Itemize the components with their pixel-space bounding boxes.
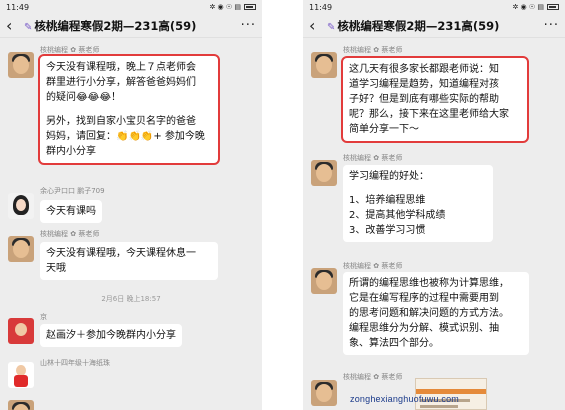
message-line: 今天有课吗 <box>46 206 96 217</box>
sender-name: 山林十四年级十海纸珠 <box>40 359 110 367</box>
message-bubble[interactable]: 学习编程的好处： 1、培养编程思维 2、提高其他学科成绩 3、改善学习习惯 <box>343 165 493 242</box>
watermark: zonghexianghuofuwu.com <box>350 394 459 404</box>
chat-screen-left: 11:49 ✲ ◉ ☉ ▤ ‹ ✎ 核桃编程寒假2期—231高(59) ··· 核… <box>0 0 262 410</box>
signal-icons: ✲ ◉ ☉ ▤ <box>209 3 241 11</box>
sender-name: 核桃编程 ✿ 蔡老师 <box>40 230 100 238</box>
message-line: 道学习编程是趋势，知道编程对孩 <box>349 79 499 90</box>
sender-name: 核桃编程 ✿ 蔡老师 <box>343 373 403 381</box>
avatar[interactable] <box>8 236 34 262</box>
message-line: 这几天有很多家长都跟老师说：知 <box>349 64 499 75</box>
message-line: 3、改善学习习惯 <box>349 225 426 236</box>
back-arrow-icon[interactable]: ‹ <box>309 16 323 35</box>
sender-name: 余心尹口口 鹏子709 <box>40 187 105 195</box>
sender-name: 京 <box>40 313 47 321</box>
message-line: 简单分享一下～ <box>349 124 419 135</box>
avatar[interactable] <box>311 52 337 78</box>
avatar[interactable] <box>8 193 34 219</box>
avatar[interactable] <box>8 318 34 344</box>
status-bar: 11:49 ✲ ◉ ☉ ▤ <box>303 0 565 14</box>
chat-header: ‹ ✎ 核桃编程寒假2期—231高(59) ··· <box>303 14 565 38</box>
status-time: 11:49 <box>309 2 333 12</box>
message-line: 群内小分享 <box>46 146 96 157</box>
message-line: 所谓的编程思维也被称为计算思维， <box>349 278 509 289</box>
message-line: 的思考问题和解决问题的方式方法。 <box>349 308 509 319</box>
message-line: 的疑问😂😂😂！ <box>46 92 122 103</box>
sender-name: 核桃编程 ✿ 蔡老师 <box>343 154 403 162</box>
avatar[interactable] <box>311 380 337 406</box>
message-bubble[interactable]: 赵画汐＋参加今晚群内小分享 <box>40 324 182 347</box>
message-bubble[interactable]: 所谓的编程思维也被称为计算思维， 它是在编写程序的过程中需要用到 的思考问题和解… <box>343 272 529 355</box>
message-line: 它是在编写程序的过程中需要用到 <box>349 293 499 304</box>
message-line: 1、培养编程思维 <box>349 195 426 206</box>
avatar[interactable] <box>8 362 34 388</box>
signal-icons: ✲ ◉ ☉ ▤ <box>512 3 544 11</box>
message-line: 2、提高其他学科成绩 <box>349 210 446 221</box>
message-line: 今天没有课程哦，晚上７点老师会 <box>46 62 196 73</box>
chat-title: ✎ 核桃编程寒假2期—231高(59) <box>327 18 500 33</box>
message-line: 编程思维分为分解、模式识别、抽 <box>349 323 499 334</box>
time-divider: 2月6日 晚上18:57 <box>101 295 161 303</box>
message-bubble[interactable]: 这几天有很多家长都跟老师说：知 道学习编程是趋势，知道编程对孩 子好？但是到底有… <box>341 56 529 143</box>
status-icons: ✲ ◉ ☉ ▤ <box>209 3 256 11</box>
status-icons: ✲ ◉ ☉ ▤ <box>512 3 559 11</box>
message-line: 子好？但是到底有哪些实际的帮助 <box>349 94 499 105</box>
message-line: 妈妈，请回复：👏👏👏+ 参加今晚 <box>46 131 205 142</box>
message-line: 另外，找到自家小宝贝名字的爸爸 <box>46 116 196 127</box>
avatar[interactable] <box>8 400 34 410</box>
message-bubble[interactable]: 今天有课吗 <box>40 200 102 223</box>
chat-header: ‹ ✎ 核桃编程寒假2期—231高(59) ··· <box>0 14 262 38</box>
message-bubble[interactable]: 今天没有课程哦，今天课程休息一 天哦 <box>40 242 218 280</box>
message-line: 群里进行小分享，解答爸爸妈妈们 <box>46 77 196 88</box>
message-line: 学习编程的好处： <box>349 171 429 182</box>
message-bubble[interactable]: 今天没有课程哦，晚上７点老师会 群里进行小分享，解答爸爸妈妈们 的疑问😂😂😂！ … <box>38 54 220 165</box>
sender-name: 核桃编程 ✿ 蔡老师 <box>343 46 403 54</box>
chat-title: ✎ 核桃编程寒假2期—231高(59) <box>24 18 197 33</box>
avatar[interactable] <box>311 160 337 186</box>
message-line: 赵画汐＋参加今晚群内小分享 <box>46 330 176 341</box>
battery-icon <box>244 4 256 10</box>
more-options-icon[interactable]: ··· <box>544 18 559 33</box>
chat-screen-right: 11:49 ✲ ◉ ☉ ▤ ‹ ✎ 核桃编程寒假2期—231高(59) ··· 核… <box>303 0 565 410</box>
group-icon: ✎ <box>24 21 33 33</box>
sender-name: 核桃编程 ✿ 蔡老师 <box>343 262 403 270</box>
avatar[interactable] <box>8 52 34 78</box>
more-options-icon[interactable]: ··· <box>241 18 256 33</box>
avatar[interactable] <box>311 268 337 294</box>
sender-name: 核桃编程 ✿ 蔡老师 <box>40 46 100 54</box>
message-line: 天哦 <box>46 263 66 274</box>
message-line: 象、算法四个部分。 <box>349 338 439 349</box>
message-line: 呢？那么，接下来在这里老师给大家 <box>349 109 509 120</box>
battery-icon <box>547 4 559 10</box>
status-time: 11:49 <box>6 2 30 12</box>
back-arrow-icon[interactable]: ‹ <box>6 16 20 35</box>
status-bar: 11:49 ✲ ◉ ☉ ▤ <box>0 0 262 14</box>
group-icon: ✎ <box>327 21 336 33</box>
message-line: 今天没有课程哦，今天课程休息一 <box>46 248 196 259</box>
